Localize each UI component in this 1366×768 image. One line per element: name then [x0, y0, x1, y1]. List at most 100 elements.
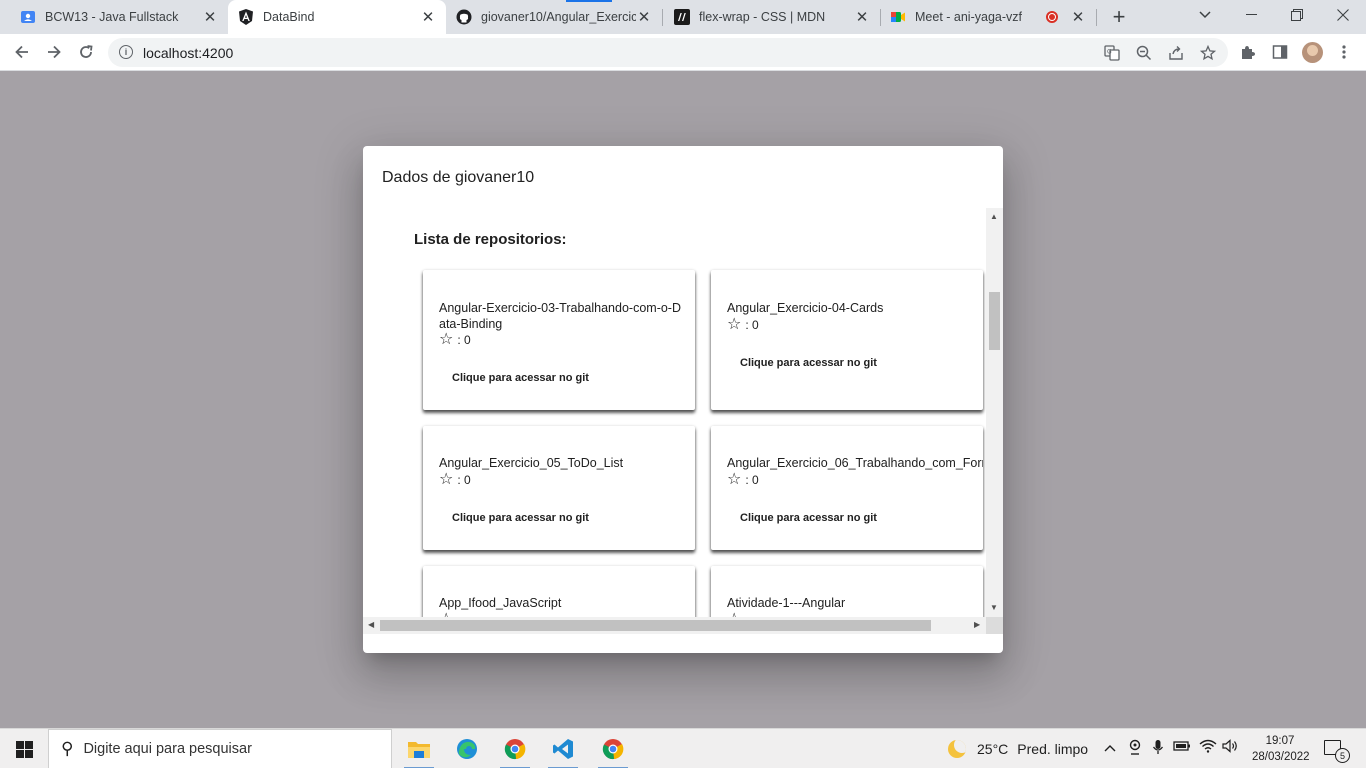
tab-separator: [880, 9, 881, 26]
svg-text:G: G: [1107, 49, 1112, 56]
scrollbar-thumb[interactable]: [380, 620, 931, 631]
close-window-button[interactable]: [1320, 0, 1366, 30]
clock-time: 19:07: [1265, 735, 1295, 747]
notification-count: 5: [1335, 748, 1350, 763]
vscode-icon: [553, 739, 573, 759]
reload-icon: [80, 45, 93, 58]
site-info-icon[interactable]: i: [119, 45, 133, 59]
menu-kebab-icon[interactable]: [1330, 38, 1358, 66]
recording-icon: [1046, 11, 1058, 23]
chrome-app-2[interactable]: [590, 729, 636, 768]
stars-count: : 0: [745, 473, 759, 487]
minimize-icon: [1245, 14, 1257, 15]
star-icon: ☆: [439, 471, 454, 488]
tab-separator: [1096, 9, 1097, 26]
repo-stars: ☆ : 0: [727, 471, 759, 488]
search-placeholder[interactable]: Digite aqui para pesquisar: [83, 741, 251, 757]
tab-bcw13[interactable]: BCW13 - Java Fullstack ✕: [0, 0, 228, 34]
scrollbar-corner: [986, 617, 1003, 634]
scroll-left-arrow-icon[interactable]: ◀: [368, 620, 374, 629]
repo-name: App_Ifood_JavaScript: [439, 596, 562, 610]
share-icon[interactable]: [1164, 41, 1188, 65]
repo-card: Atividade-1---Angular ☆: [711, 566, 983, 617]
bookmark-star-icon[interactable]: [1196, 41, 1220, 65]
vertical-scrollbar[interactable]: ▲ ▼: [986, 208, 1003, 617]
notification-center-button[interactable]: 5: [1322, 737, 1350, 763]
edge-app[interactable]: [444, 729, 490, 768]
close-tab-icon[interactable]: ✕: [636, 9, 652, 26]
repo-card: Angular_Exercicio-04-Cards ☆ : 0 Clique …: [711, 270, 983, 410]
repo-card: Angular-Exercicio-03-Trabalhando-com-o-D…: [423, 270, 695, 410]
taskbar: ⚲ Digite aqui para pesquisar 25°C Pred. …: [0, 728, 1366, 768]
side-panel-icon[interactable]: [1266, 38, 1294, 66]
address-bar[interactable]: i localhost:4200 G: [108, 38, 1228, 67]
volume-icon[interactable]: [1221, 739, 1241, 756]
chevron-up-icon[interactable]: [1100, 739, 1120, 755]
list-title: Lista de repositorios:: [414, 231, 567, 248]
tab-github[interactable]: giovaner10/Angular_Exercicio ✕: [446, 0, 662, 34]
repo-stars: ☆ : 0: [727, 316, 759, 333]
repo-name: Angular_Exercicio_06_Trabalhando_com_For…: [727, 456, 983, 470]
tab-title: Meet - ani-yaga-vzf: [915, 10, 1022, 24]
tab-search-button[interactable]: [1182, 0, 1228, 30]
url-text[interactable]: localhost:4200: [143, 45, 233, 61]
tab-databind[interactable]: DataBind ✕: [228, 0, 446, 34]
git-link[interactable]: Clique para acessar no git: [452, 372, 589, 384]
arrow-left-icon: [15, 45, 28, 59]
browser-toolbar: i localhost:4200 G: [0, 34, 1366, 71]
git-link[interactable]: Clique para acessar no git: [452, 512, 589, 524]
vscode-app[interactable]: [540, 729, 586, 768]
chrome-app[interactable]: [492, 729, 538, 768]
new-tab-button[interactable]: +: [1106, 4, 1132, 29]
close-tab-icon[interactable]: ✕: [420, 9, 436, 26]
close-tab-icon[interactable]: ✕: [202, 9, 218, 26]
back-button[interactable]: [8, 38, 36, 66]
restore-icon: [1291, 9, 1303, 21]
scrollbar-thumb[interactable]: [989, 292, 1000, 350]
repo-stars: ☆ : 0: [439, 331, 471, 348]
taskbar-clock[interactable]: 19:07 28/03/2022: [1252, 733, 1310, 765]
forward-button[interactable]: [40, 38, 68, 66]
star-icon: ☆: [727, 316, 742, 333]
file-explorer-app[interactable]: [396, 729, 442, 768]
weather-widget[interactable]: 25°C Pred. limpo: [948, 729, 1088, 768]
scroll-right-arrow-icon[interactable]: ▶: [974, 620, 980, 629]
close-icon: [1337, 9, 1349, 21]
webcam-icon[interactable]: [1125, 739, 1145, 758]
scroll-down-arrow-icon[interactable]: ▼: [990, 603, 998, 612]
weather-temp: 25°C: [977, 741, 1009, 757]
tab-meet[interactable]: Meet - ani-yaga-vzf ✕: [880, 0, 1096, 34]
chrome-icon: [504, 739, 526, 760]
wifi-icon[interactable]: [1198, 739, 1218, 756]
avatar[interactable]: [1302, 42, 1323, 63]
taskbar-search[interactable]: ⚲ Digite aqui para pesquisar: [48, 729, 392, 768]
zoom-out-icon[interactable]: [1132, 41, 1156, 65]
chrome-icon: [602, 739, 624, 760]
horizontal-scrollbar[interactable]: ◀ ▶: [363, 617, 986, 634]
close-tab-icon[interactable]: ✕: [1070, 9, 1086, 26]
dialog-content[interactable]: Lista de repositorios: Angular-Exercicio…: [363, 208, 986, 617]
git-link[interactable]: Clique para acessar no git: [740, 512, 877, 524]
star-icon: ☆: [439, 331, 454, 348]
scroll-up-arrow-icon[interactable]: ▲: [990, 212, 998, 221]
repo-name: Atividade-1---Angular: [727, 596, 846, 610]
microphone-icon[interactable]: [1148, 739, 1168, 758]
battery-icon[interactable]: [1172, 739, 1192, 755]
edge-icon: [457, 739, 477, 759]
extensions-icon[interactable]: [1234, 38, 1262, 66]
minimize-button[interactable]: [1228, 0, 1274, 30]
tab-separator: [662, 9, 663, 26]
tab-title: DataBind: [263, 10, 315, 24]
star-icon: ☆: [727, 471, 742, 488]
tab-mdn[interactable]: flex-wrap - CSS | MDN ✕: [662, 0, 880, 34]
moon-icon: [948, 740, 966, 758]
translate-icon[interactable]: G: [1100, 41, 1124, 65]
restore-button[interactable]: [1274, 0, 1320, 30]
repo-card: Angular_Exercicio_06_Trabalhando_com_For…: [711, 426, 983, 550]
close-tab-icon[interactable]: ✕: [854, 9, 870, 26]
git-link[interactable]: Clique para acessar no git: [740, 357, 877, 369]
windows-start-icon[interactable]: [16, 741, 33, 758]
repo-name: Angular_Exercicio_05_ToDo_List: [439, 456, 624, 470]
reload-button[interactable]: [72, 38, 100, 66]
tab-title: giovaner10/Angular_Exercicio: [481, 10, 636, 24]
